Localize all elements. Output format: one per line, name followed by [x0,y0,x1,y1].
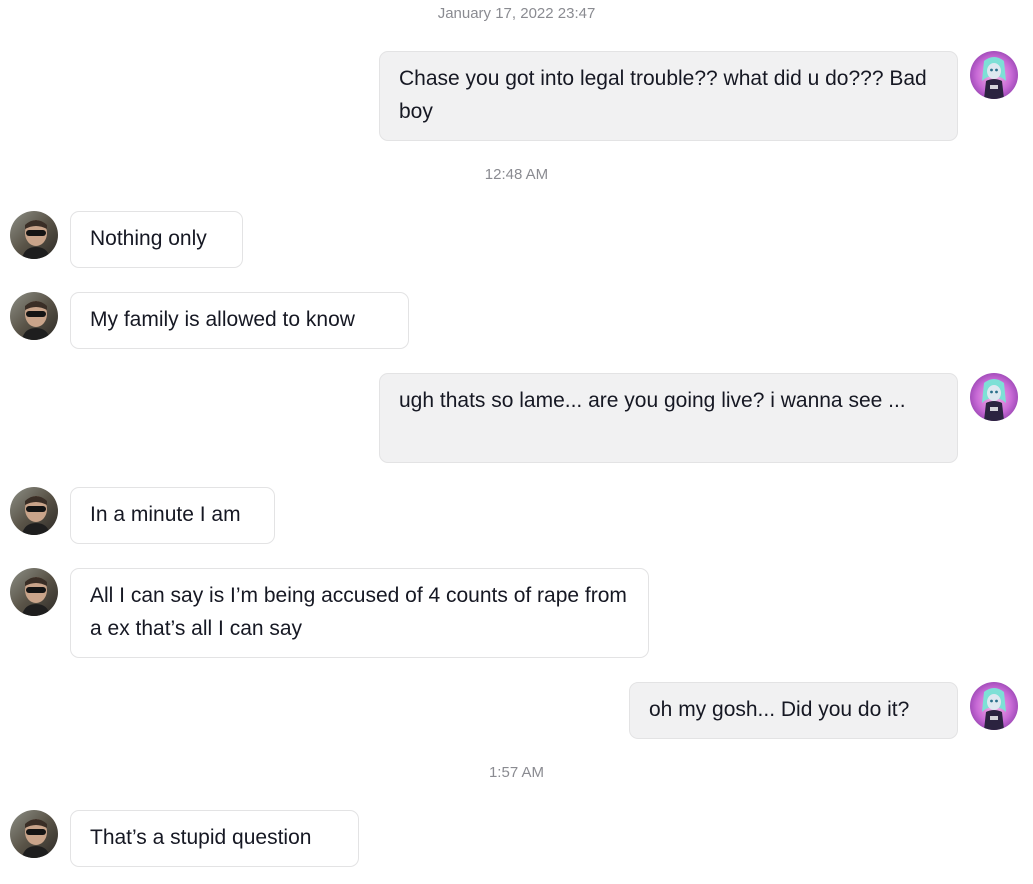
contact-avatar-icon[interactable] [10,292,58,340]
sent-message-bubble: oh my gosh... Did you do it? [629,682,958,739]
sent-message-bubble: Chase you got into legal trouble?? what … [379,51,958,141]
sent-message-bubble: ugh thats so lame... are you going live?… [379,373,958,463]
received-message-bubble: Nothing only [70,211,243,268]
received-message-bubble: My family is allowed to know [70,292,409,349]
received-message-bubble: In a minute I am [70,487,275,544]
user-avatar-icon[interactable] [970,51,1018,99]
user-avatar-icon[interactable] [970,373,1018,421]
user-avatar-icon[interactable] [970,682,1018,730]
timestamp: January 17, 2022 23:47 [437,5,596,22]
timestamp: 1:57 AM [488,764,545,781]
contact-avatar-icon[interactable] [10,487,58,535]
received-message-bubble: All I can say is I’m being accused of 4 … [70,568,649,658]
timestamp: 12:48 AM [484,166,549,183]
received-message-bubble: That’s a stupid question [70,810,359,867]
contact-avatar-icon[interactable] [10,568,58,616]
contact-avatar-icon[interactable] [10,810,58,858]
contact-avatar-icon[interactable] [10,211,58,259]
